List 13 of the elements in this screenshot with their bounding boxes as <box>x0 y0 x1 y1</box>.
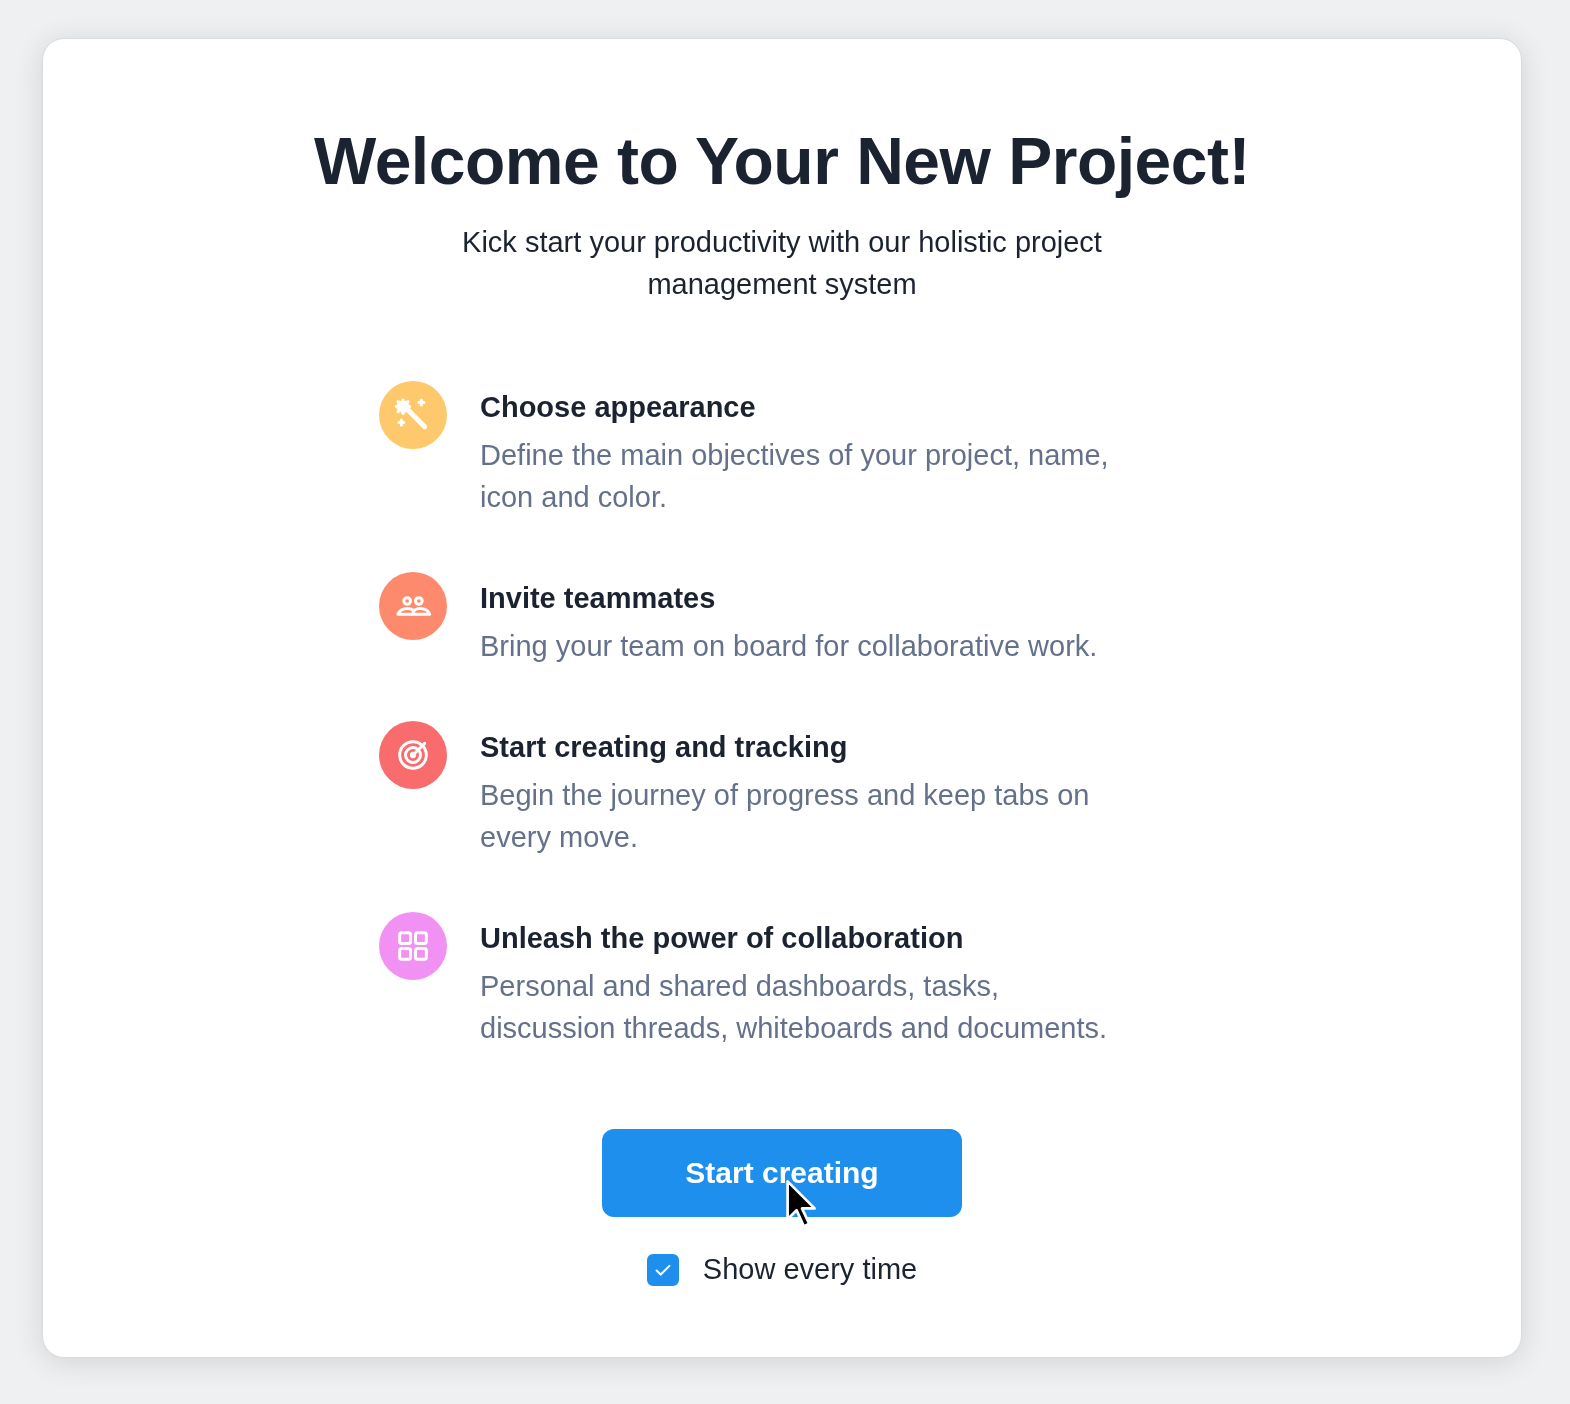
checkbox[interactable] <box>646 1253 679 1286</box>
feature-description: Bring your team on board for collaborative work. <box>480 629 1099 664</box>
feature-description: Begin the journey of progress and keep tabs on every move. <box>480 778 1091 855</box>
feature-description: Personal and shared dashboards, tasks, discussion threads, whiteboards and documents. <box>480 969 1109 1046</box>
feature-title: Unleash the power of collaboration <box>480 922 965 955</box>
feature-title: Start creating and tracking <box>480 731 849 764</box>
checkbox-label: Show every time <box>702 1253 918 1286</box>
feature-title: Invite teammates <box>480 582 717 615</box>
start-creating-button[interactable]: Start creating <box>602 1129 962 1217</box>
feature-description: Define the main objectives of your project, name, icon and color. <box>480 438 1110 515</box>
dialog-subtitle: Kick start your productivity with our holistic project management system <box>461 225 1103 302</box>
feature-title: Choose appearance <box>480 391 757 424</box>
dialog-title: Welcome to Your New Project! <box>314 123 1250 199</box>
